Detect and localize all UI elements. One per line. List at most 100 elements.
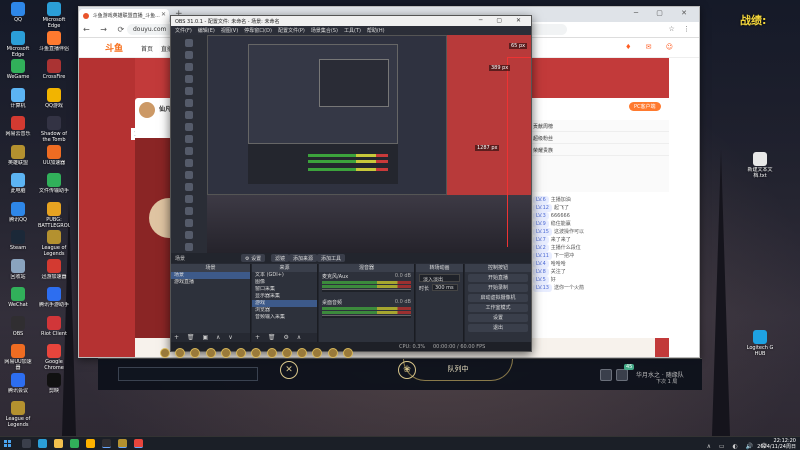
desktop-icon[interactable]: WeChat [2,287,34,314]
desktop-icon[interactable]: CrossFire [38,59,70,86]
settings-flower-icon[interactable]: ❀ [398,361,416,379]
emblem-icon[interactable] [220,348,231,358]
pc-client-button[interactable]: PC客户端 [629,102,661,111]
desktop-icon[interactable]: QQ游戏 [38,87,70,115]
desktop-icon[interactable]: OBS [2,315,34,343]
search-icon[interactable] [22,439,31,448]
lol-taskbar-icon[interactable] [118,439,127,448]
browser-extension-icons[interactable]: ☆ ⋮ [668,25,693,33]
cancel-queue-icon[interactable]: ✕ [280,361,298,379]
desktop-icon[interactable]: 腾讯QQ [2,201,34,229]
browser-nav-buttons[interactable]: ← → ⟳ [83,25,128,34]
douyu-header-icons[interactable]: ♦ ✉ ☺ [625,43,679,51]
filters-button[interactable]: 滤镜 [271,254,290,262]
explorer-taskbar-icon[interactable] [54,439,63,448]
desktop-icon[interactable]: 网易云音乐 [2,116,34,143]
obs-menu-item[interactable]: 编辑(E) [198,28,215,34]
desktop-icon[interactable]: 英雄联盟 [2,144,34,172]
douyu-logo[interactable]: 斗鱼 [105,41,123,54]
source-item[interactable]: 游戏 [252,300,317,307]
emblem-icon[interactable] [190,348,201,358]
add-tool-button[interactable]: 添加工具 [317,254,346,262]
desktop-icon[interactable]: 迅游加速器 [38,258,70,286]
volume-slider[interactable] [322,289,411,292]
transition-type-select[interactable]: 淡入淡出 [419,274,460,283]
store-taskbar-icon[interactable] [86,439,95,448]
source-item[interactable]: 浏览器 [252,307,317,314]
source-item[interactable]: 文本 (GDI+) [252,272,317,279]
control-button[interactable]: 开始直播 [468,274,528,282]
rank-tab[interactable]: 贡献周榜 [529,120,669,132]
obs-menu-item[interactable]: 文件(F) [175,28,192,34]
browser-window-controls[interactable]: ─ ▢ ✕ [634,9,695,17]
chat-icon[interactable] [600,369,612,381]
desktop-icon[interactable]: 网易UU加速器 [2,344,34,371]
source-item[interactable]: 音频输入采集 [252,314,317,321]
desktop-icon[interactable]: 腾讯会议 [2,372,34,400]
emblem-icon[interactable] [205,348,216,358]
wechat-taskbar-icon[interactable] [70,439,79,448]
desktop-icon[interactable]: Logitech G HUB [744,330,776,357]
chrome-taskbar-icon[interactable] [134,439,143,448]
desktop-icon[interactable]: UU加速器 [38,144,70,172]
taskbar-clock[interactable]: 22:12:20 2024/11/24周日 [757,438,796,450]
control-button[interactable]: 开始录制 [468,284,528,292]
tab-close-icon[interactable]: ✕ [161,11,166,18]
desktop-icon[interactable]: WeGame [2,59,34,86]
desktop-icon[interactable]: League of Legends [2,401,34,428]
emblem-icon[interactable] [297,348,308,358]
source-item[interactable]: 窗口采集 [252,286,317,293]
desktop-icon[interactable]: 腾讯手游助手 [38,287,70,314]
rank-tab[interactable]: 超级粉丝 [529,132,669,144]
desktop-icon[interactable]: 斗鱼直播伴侣 [38,30,70,58]
emblem-icon[interactable] [327,348,338,358]
emblem-icon[interactable] [312,348,323,358]
emblem-icon[interactable] [160,348,170,358]
streamer-avatar[interactable] [139,102,155,118]
source-item[interactable]: 图像 [252,279,317,286]
sources-dock-toolbar[interactable]: + 🗑 ⚙ ∧ ∨ [252,333,317,348]
desktop-icon[interactable]: 此电脑 [2,173,34,200]
desktop-icon[interactable]: 剪映 [38,372,70,400]
desktop-icon[interactable]: QQ [2,2,34,29]
obs-menu-item[interactable]: 帮助(H) [367,28,385,34]
desktop-icon[interactable]: League of Legends [38,230,70,257]
obs-menu-item[interactable]: 工具(T) [344,28,361,34]
obs-canvas[interactable]: 65 px 389 px 1287 px [207,35,531,253]
game-chat-input[interactable] [118,367,258,381]
desktop-icon[interactable]: 回收站 [2,258,34,286]
emblem-icon[interactable] [281,348,292,358]
emblem-icon[interactable] [251,348,262,358]
transition-duration-input[interactable]: 300 ms [432,284,458,291]
desktop-icon[interactable]: 新建文本文档.txt [744,152,776,179]
emblem-icon[interactable] [175,348,186,358]
emblem-icon[interactable] [236,348,247,358]
obs-taskbar-icon[interactable] [102,439,111,448]
obs-window-controls[interactable]: ─ ▢ ✕ [479,17,527,24]
desktop-icon[interactable]: Microsoft Edge [2,30,34,58]
scenes-dock-toolbar[interactable]: + 🗑 ▣ ∧ ∨ [171,333,250,342]
scene-item[interactable]: 游戏直播 [171,279,250,286]
desktop-icon[interactable]: 计算机 [2,87,34,115]
desktop-icon[interactable]: Riot Client [38,315,70,343]
source-item[interactable]: 显示器采集 [252,293,317,300]
windows-start-icon[interactable] [4,440,12,448]
desktop-icon[interactable]: 文件传输助手 [38,173,70,200]
control-button[interactable]: 工作室模式 [468,304,528,312]
obs-menu-item[interactable]: 视图(V) [221,28,238,34]
source-settings-button[interactable]: ⚙ 设置 [241,254,266,262]
rank-tab[interactable]: 荣耀贵族 [529,144,669,156]
control-button[interactable]: 启动虚拟摄像机 [468,294,528,302]
obs-menu-item[interactable]: 场景集合(S) [311,28,338,34]
queue-status-button[interactable]: 队列中 [403,359,513,381]
desktop-icon[interactable]: PUBG: BATTLEGROUNDS [38,201,70,229]
desktop-icon[interactable]: Steam [2,230,34,257]
emblem-icon[interactable] [342,348,353,358]
obs-menu-item[interactable]: 停靠窗口(D) [244,28,272,34]
obs-menu-item[interactable]: 配置文件(P) [278,28,305,34]
desktop-icon[interactable]: Shadow of the Tomb Raider [38,116,70,143]
edge-taskbar-icon[interactable] [38,439,47,448]
add-source-button[interactable]: 添加来源 [289,254,318,262]
desktop-icon[interactable]: Google Chrome [38,344,70,371]
mission-icon[interactable] [616,369,628,381]
